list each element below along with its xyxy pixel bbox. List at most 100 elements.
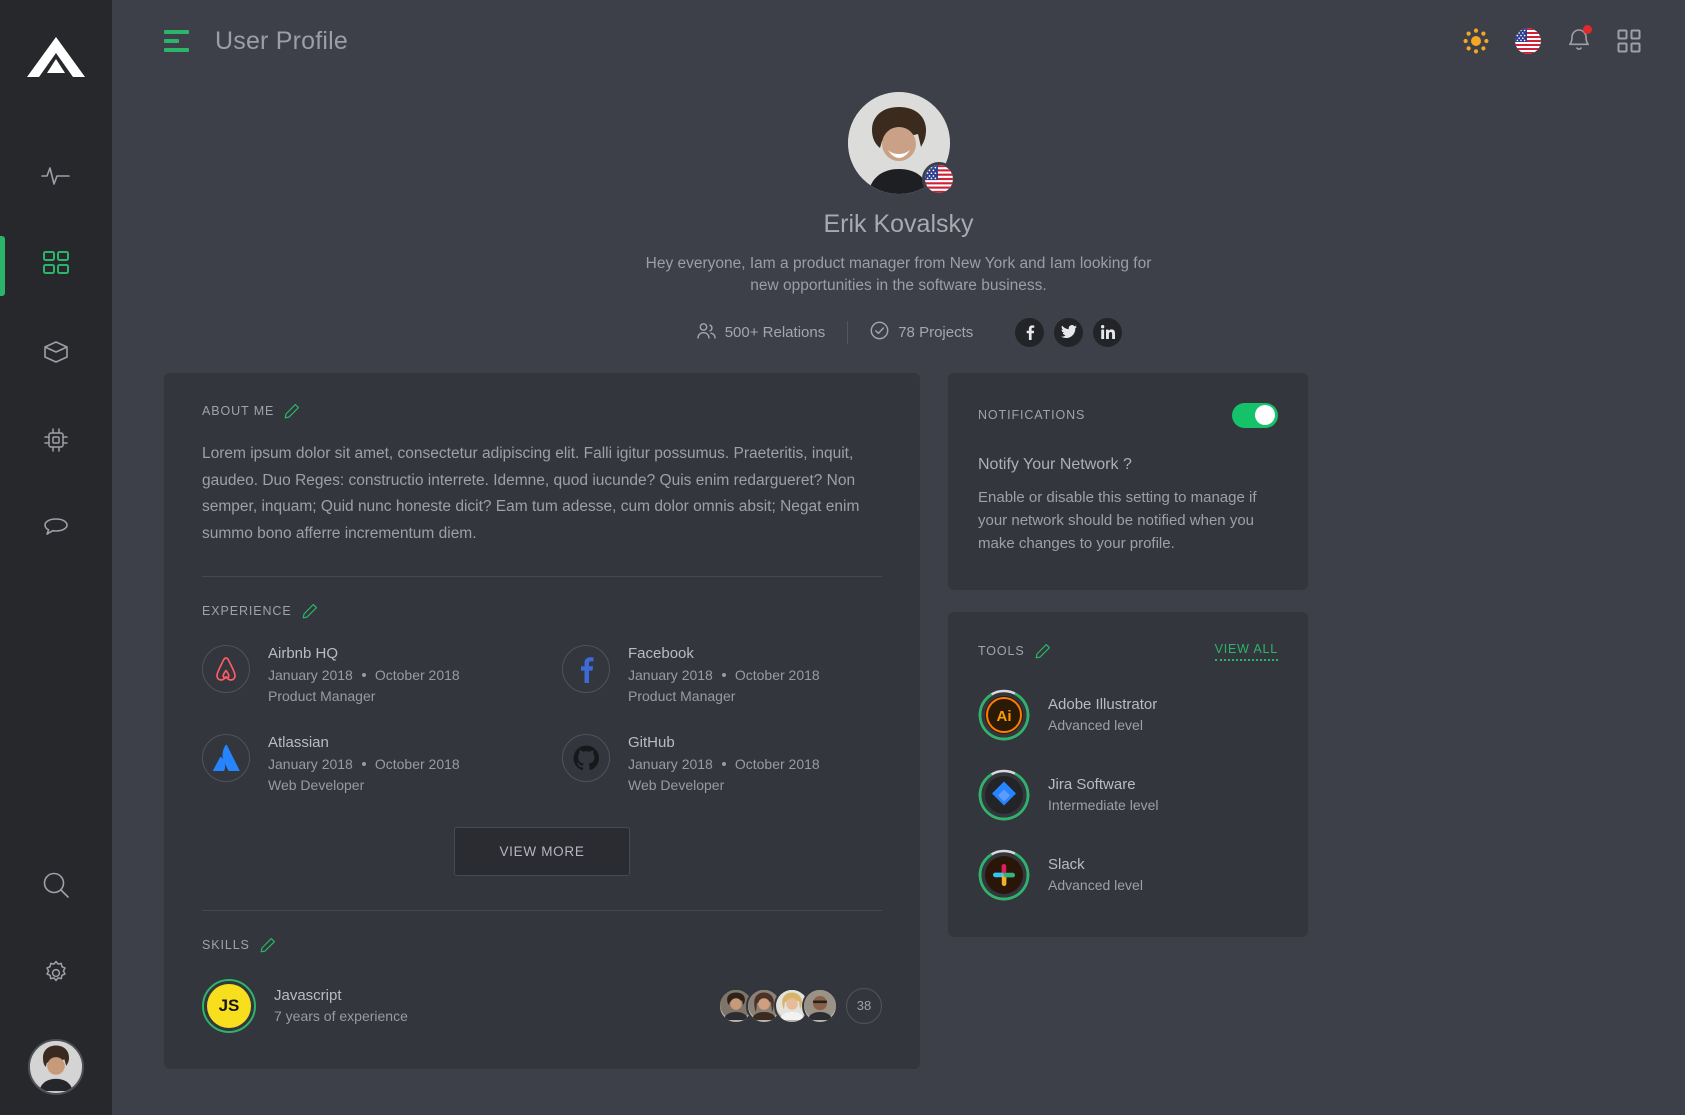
experience-item[interactable]: Facebook January 2018 October 2018 Produ… bbox=[562, 644, 882, 704]
experience-end-date: October 2018 bbox=[734, 755, 820, 772]
us-flag-icon[interactable] bbox=[1515, 28, 1541, 54]
airbnb-logo-icon bbox=[202, 644, 250, 693]
atlassian-logo-icon bbox=[202, 733, 250, 782]
profile-country-flag-icon bbox=[921, 162, 956, 196]
tool-level: Intermediate level bbox=[1048, 797, 1159, 814]
experience-role: Product Manager bbox=[628, 687, 736, 704]
date-separator-dot bbox=[361, 761, 366, 766]
experience-company: Facebook bbox=[628, 644, 694, 662]
experience-dates: January 2018 October 2018 bbox=[628, 756, 820, 772]
sidebar-item-dashboard[interactable] bbox=[0, 222, 112, 310]
notifications-question: Notify Your Network ? bbox=[978, 455, 1132, 473]
experience-item[interactable]: GitHub January 2018 October 2018 Web Dev… bbox=[562, 733, 882, 793]
experience-role: Web Developer bbox=[628, 776, 725, 793]
stat-relations: 500+ Relations bbox=[675, 322, 848, 343]
profile-bio: Hey everyone, Iam a product manager from… bbox=[645, 255, 1152, 295]
profile-details-card: ABOUT ME Lorem ipsum dolor sit amet, con… bbox=[164, 372, 920, 1069]
facebook-icon[interactable] bbox=[1015, 317, 1045, 347]
pencil-edit-icon[interactable] bbox=[260, 937, 276, 953]
skill-name: Javascript bbox=[274, 987, 342, 1005]
jira-software-icon bbox=[985, 775, 1023, 814]
skill-meta: Javascript 7 years of experience bbox=[274, 987, 408, 1024]
notification-badge-dot bbox=[1583, 24, 1592, 34]
left-sidebar bbox=[0, 0, 112, 1115]
experience-item[interactable]: Atlassian January 2018 October 2018 Web … bbox=[202, 733, 522, 793]
experience-company: Atlassian bbox=[268, 733, 329, 751]
sidebar-item-activity[interactable] bbox=[0, 134, 112, 222]
box-cube-icon bbox=[41, 339, 71, 370]
hamburger-menu-icon[interactable] bbox=[164, 30, 189, 52]
profile-avatar-wrapper bbox=[847, 92, 956, 196]
tool-progress-ring bbox=[978, 849, 1030, 901]
about-me-text: Lorem ipsum dolor sit amet, consectetur … bbox=[202, 444, 860, 542]
pencil-edit-icon[interactable] bbox=[284, 403, 300, 419]
tool-level: Advanced level bbox=[1048, 877, 1143, 894]
experience-item[interactable]: Airbnb HQ January 2018 October 2018 Prod… bbox=[202, 644, 522, 704]
tool-item[interactable]: Ai Adobe Illustrator Advanced level bbox=[978, 689, 1278, 741]
experience-start-date: January 2018 bbox=[628, 755, 713, 772]
profile-name: Erik Kovalsky bbox=[823, 210, 974, 238]
notifications-toggle[interactable] bbox=[1232, 402, 1278, 428]
twitter-icon[interactable] bbox=[1054, 317, 1084, 347]
sidebar-item-messages[interactable] bbox=[0, 486, 112, 574]
linkedin-icon[interactable] bbox=[1093, 317, 1123, 347]
bell-notification-icon[interactable] bbox=[1567, 24, 1592, 57]
experience-company: GitHub bbox=[628, 733, 675, 751]
sidebar-item-packages[interactable] bbox=[0, 310, 112, 398]
chat-bubble-icon bbox=[42, 516, 70, 545]
experience-header: EXPERIENCE bbox=[202, 603, 882, 619]
javascript-skill-ring: JS bbox=[202, 978, 256, 1033]
view-more-button[interactable]: VIEW MORE bbox=[454, 826, 630, 876]
slack-icon bbox=[985, 855, 1023, 894]
facebook-logo-icon bbox=[562, 644, 610, 693]
app-root: User Profile Erik Kovalsky Hey everyone,… bbox=[0, 0, 1685, 1115]
tool-item[interactable]: Slack Advanced level bbox=[978, 849, 1278, 901]
experience-start-date: January 2018 bbox=[268, 666, 353, 683]
apps-grid-icon[interactable] bbox=[1617, 29, 1641, 53]
sidebar-nav bbox=[0, 134, 112, 574]
content-grid: ABOUT ME Lorem ipsum dolor sit amet, con… bbox=[112, 347, 1685, 1069]
endorser-count-badge[interactable]: 38 bbox=[846, 987, 882, 1024]
view-all-tools-link[interactable]: VIEW ALL bbox=[1214, 642, 1278, 661]
stat-projects-label: 78 Projects bbox=[898, 323, 974, 341]
sidebar-item-search[interactable] bbox=[0, 843, 112, 931]
main-area: User Profile Erik Kovalsky Hey everyone,… bbox=[112, 0, 1685, 1115]
notifications-card: NOTIFICATIONS Notify Your Network ? Enab… bbox=[948, 372, 1308, 590]
topbar-actions bbox=[1463, 24, 1641, 57]
skill-row: JS Javascript 7 years of experience 38 bbox=[202, 978, 882, 1033]
sidebar-item-hardware[interactable] bbox=[0, 398, 112, 486]
pencil-edit-icon[interactable] bbox=[1035, 643, 1051, 659]
app-logo[interactable] bbox=[20, 22, 92, 94]
tools-card: TOOLS VIEW ALL Ai Adobe Illustrator Adva… bbox=[948, 611, 1308, 937]
search-icon bbox=[41, 870, 71, 905]
cpu-chip-icon bbox=[42, 426, 70, 459]
sun-brightness-icon[interactable] bbox=[1463, 28, 1489, 54]
date-separator-dot bbox=[361, 672, 366, 677]
tool-name: Slack bbox=[1048, 856, 1085, 874]
tool-level: Advanced level bbox=[1048, 717, 1143, 734]
tool-meta: Slack Advanced level bbox=[1048, 856, 1143, 893]
pencil-edit-icon[interactable] bbox=[302, 603, 318, 619]
gear-icon bbox=[42, 959, 70, 992]
sidebar-item-settings[interactable] bbox=[0, 931, 112, 1019]
notifications-description: Enable or disable this setting to manage… bbox=[978, 488, 1257, 553]
endorser-avatar-4[interactable] bbox=[802, 987, 838, 1024]
tools-title-group: TOOLS bbox=[978, 643, 1051, 659]
sidebar-user-avatar[interactable] bbox=[28, 1039, 84, 1095]
toggle-knob bbox=[1255, 405, 1275, 426]
adobe-illustrator-icon: Ai bbox=[985, 695, 1023, 734]
stat-relations-label: 500+ Relations bbox=[724, 323, 826, 341]
javascript-icon: JS bbox=[207, 983, 251, 1028]
skill-experience: 7 years of experience bbox=[274, 1008, 408, 1025]
check-circle-icon bbox=[870, 321, 889, 344]
grid-dashboard-icon bbox=[42, 250, 70, 283]
top-bar: User Profile bbox=[112, 0, 1685, 82]
tool-name: Jira Software bbox=[1048, 776, 1136, 794]
stat-projects: 78 Projects bbox=[847, 320, 995, 344]
svg-text:Ai: Ai bbox=[997, 708, 1012, 725]
experience-end-date: October 2018 bbox=[734, 666, 820, 683]
experience-role: Web Developer bbox=[268, 776, 365, 793]
social-links bbox=[995, 317, 1123, 347]
tool-item[interactable]: Jira Software Intermediate level bbox=[978, 769, 1278, 821]
users-group-icon bbox=[697, 322, 716, 343]
